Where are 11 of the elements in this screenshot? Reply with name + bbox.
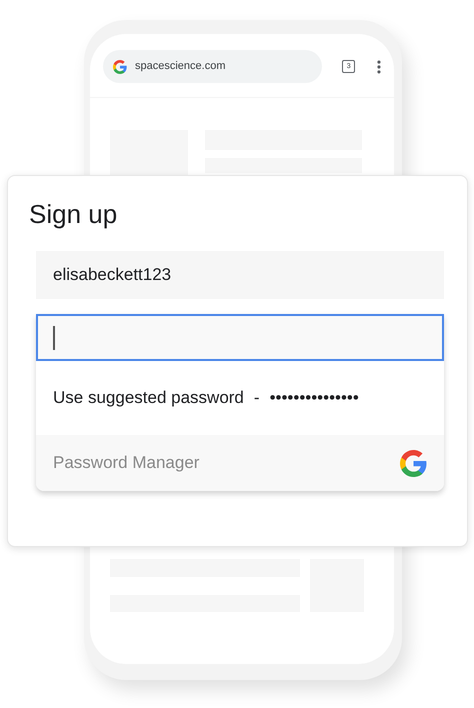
suggested-password-option[interactable]: Use suggested password - •••••••••••••••	[36, 361, 444, 435]
password-field[interactable]	[36, 314, 444, 361]
card-title: Sign up	[29, 198, 118, 230]
address-bar[interactable]: spacescience.com	[103, 50, 322, 83]
google-logo-icon	[400, 450, 427, 476]
username-field[interactable]: elisabeckett123	[36, 251, 444, 299]
menu-icon[interactable]	[377, 60, 381, 74]
text-cursor	[53, 326, 54, 350]
google-logo-icon	[113, 60, 127, 74]
footer-label: Password Manager	[53, 452, 200, 474]
url-text: spacescience.com	[135, 59, 226, 74]
